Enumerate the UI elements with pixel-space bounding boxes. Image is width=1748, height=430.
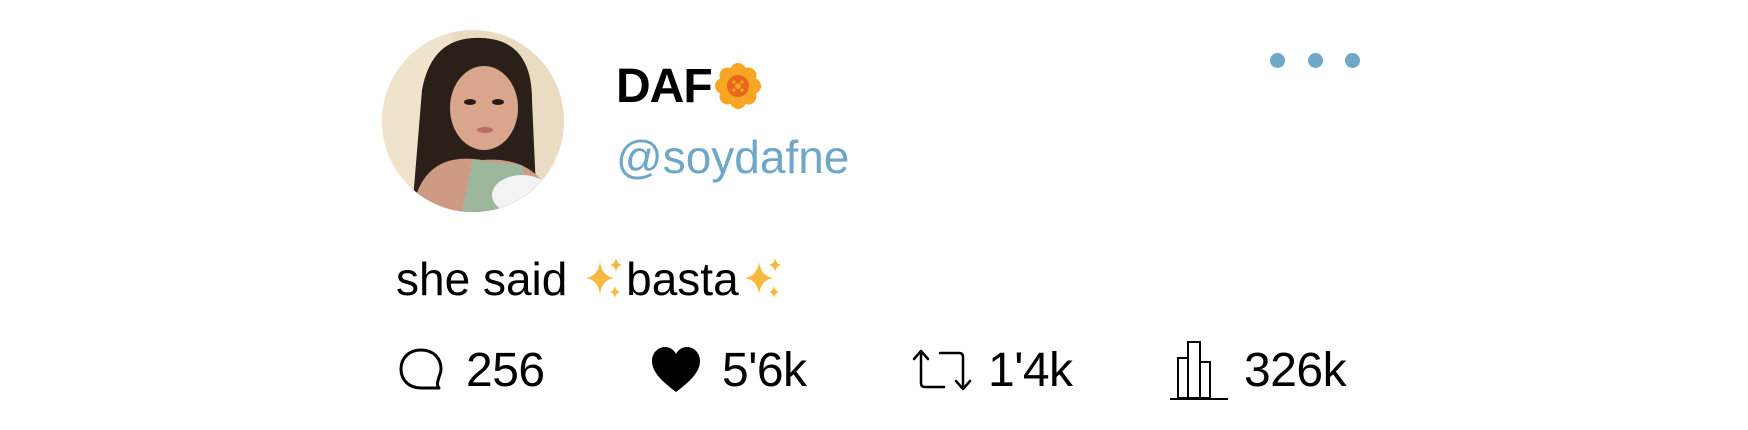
retweet-icon	[910, 345, 974, 395]
like-button[interactable]: 5'6k	[650, 340, 807, 400]
sparkles-icon	[739, 256, 785, 302]
retweet-count: 1'4k	[988, 343, 1073, 397]
views-button[interactable]: 326k	[1168, 338, 1347, 402]
tweet-text: she said basta	[396, 252, 785, 306]
more-button[interactable]	[1270, 48, 1360, 72]
bar-chart-icon	[1168, 338, 1230, 402]
retweet-button[interactable]: 1'4k	[910, 340, 1073, 400]
more-dots-icon	[1270, 52, 1285, 68]
more-dots-icon	[1307, 52, 1323, 68]
avatar[interactable]	[382, 30, 564, 212]
display-name-row: DAF	[616, 58, 762, 114]
speech-bubble-icon	[396, 345, 446, 395]
display-name[interactable]: DAF	[616, 59, 713, 114]
reply-button[interactable]: 256	[396, 340, 545, 400]
handle[interactable]: @soydafne	[616, 130, 849, 184]
tweet-text-part: basta	[626, 253, 739, 305]
like-count: 5'6k	[722, 343, 807, 397]
reply-count: 256	[466, 343, 545, 397]
sparkles-icon	[580, 256, 626, 302]
more-dots-icon	[1345, 52, 1360, 68]
views-count: 326k	[1244, 343, 1347, 397]
avatar-image	[382, 30, 564, 212]
heart-icon	[650, 345, 702, 395]
tweet-text-part: she said	[396, 253, 581, 305]
flower-icon	[714, 62, 762, 110]
